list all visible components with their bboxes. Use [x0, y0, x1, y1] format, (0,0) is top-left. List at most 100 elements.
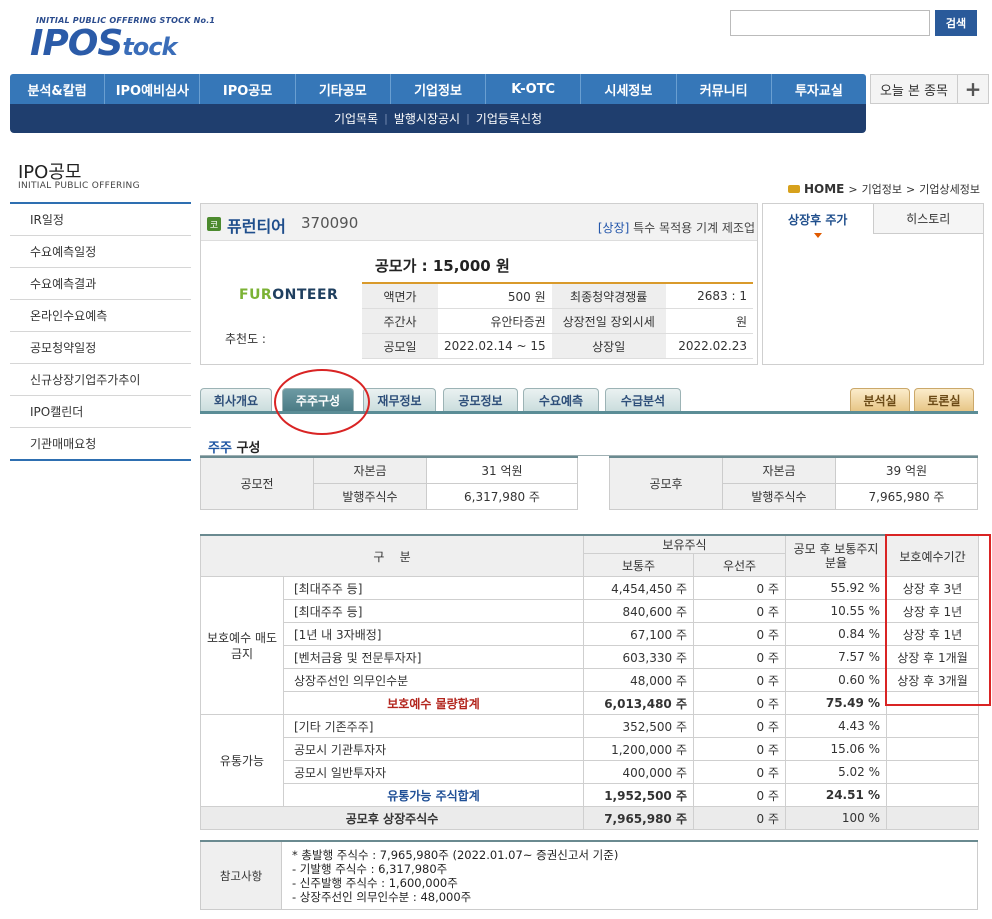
total-ratio: 100 % — [785, 806, 888, 830]
header-preferred: 우선주 — [692, 553, 787, 577]
subtotal-common: 6,013,480 주 — [583, 691, 694, 715]
tab-discussion-room[interactable]: 토론실 — [914, 388, 974, 412]
shares-label: 발행주식수 — [313, 483, 427, 510]
offer-date: 2022.02.14 ~ 15 — [438, 333, 552, 359]
row-preferred: 0 주 — [692, 599, 787, 623]
tab-company-overview[interactable]: 회사개요 — [200, 388, 272, 412]
row-label: [최대주주 등] — [283, 599, 584, 623]
capital-value: 39 억원 — [835, 456, 978, 484]
left-menu-new-listing-trend[interactable]: 신규상장기업주가추이 — [10, 364, 191, 396]
row-common: 400,000 주 — [583, 760, 694, 784]
note-line: - 기발행 주식수 : 6,317,980주 — [292, 861, 448, 876]
otc-price-label: 상장전일 장외시세 — [551, 308, 666, 334]
table-row: [1년 내 3자배정] 67,100 주 0 주 0.84 % 상장 후 1년 — [201, 622, 980, 646]
listing-status: [상장] — [597, 221, 630, 235]
row-label: [기타 기존주주] — [283, 714, 584, 738]
site-logo[interactable]: INITIAL PUBLIC OFFERING STOCK No.1 IPOSt… — [30, 16, 215, 64]
subtotal-tradable-label: 유통가능 주식합계 — [283, 783, 584, 807]
row-label: [벤처금융 및 전문투자자] — [283, 645, 584, 669]
row-lockup — [886, 737, 980, 761]
highlight-ellipse — [274, 369, 370, 435]
row-label: [1년 내 3자배정] — [283, 622, 584, 646]
underwriter-label: 주간사 — [362, 308, 438, 334]
nav-community[interactable]: 커뮤니티 — [677, 74, 772, 104]
listing-date-label: 상장일 — [551, 333, 666, 359]
subtotal-lockup — [886, 783, 980, 807]
header-holding: 보유주식 — [582, 534, 787, 554]
logo-main: IPOS — [30, 23, 123, 64]
subnav-issuance-disclosure[interactable]: 발행시장공시 — [388, 110, 466, 127]
left-menu-online-forecast[interactable]: 온라인수요예측 — [10, 300, 191, 332]
breadcrumb-home[interactable]: HOME — [804, 182, 844, 196]
company-header: 코 퓨런티어 370090 [상장] 특수 목적용 기계 제조업 — [201, 204, 757, 241]
row-common: 67,100 주 — [583, 622, 694, 646]
row-label: 공모시 일반투자자 — [283, 760, 584, 784]
table-row: [벤처금융 및 전문투자자] 603,330 주 0 주 7.57 % 상장 후… — [201, 645, 980, 669]
competition-ratio: 2683 : 1 — [665, 283, 753, 309]
row-common: 352,500 주 — [583, 714, 694, 738]
table-header-row: 구 분 보유주식 공모 후 보통주지분율 보호예수기간 — [200, 534, 980, 577]
nav-company-info[interactable]: 기업정보 — [391, 74, 487, 104]
subtotal-preferred: 0 주 — [692, 783, 787, 807]
table-row: 액면가 500 원 최종청약경쟁률 2683 : 1 — [362, 283, 753, 309]
nav-analysis[interactable]: 분석&칼럼 — [10, 74, 106, 104]
row-ratio: 10.55 % — [785, 599, 888, 623]
table-row: 공모전 자본금 31 억원 — [200, 456, 578, 510]
group-tradable: 유통가능 — [200, 714, 284, 807]
tab-supply-analysis[interactable]: 수급분석 — [605, 388, 681, 412]
company-code: 370090 — [301, 214, 359, 232]
subnav-company-list[interactable]: 기업목록 — [328, 110, 384, 127]
search-input[interactable] — [730, 10, 930, 36]
row-ratio: 15.06 % — [785, 737, 888, 761]
note-line: - 신주발행 주식수 : 1,600,000주 — [292, 875, 458, 890]
capital-before-group: 공모전 — [200, 456, 314, 510]
tab-demand-forecast[interactable]: 수요예측 — [523, 388, 599, 412]
nav-k-otc[interactable]: K-OTC — [486, 74, 582, 104]
company-info-table: 액면가 500 원 최종청약경쟁률 2683 : 1 주간사 유안타증권 상장전… — [362, 282, 753, 359]
left-menu-institution-request[interactable]: 기관매매요청 — [10, 428, 191, 461]
tab-history[interactable]: 히스토리 — [873, 204, 983, 234]
left-menu: IR일정 수요예측일정 수요예측결과 온라인수요예측 공모청약일정 신규상장기업… — [10, 202, 191, 461]
row-preferred: 0 주 — [692, 576, 787, 600]
row-ratio: 0.60 % — [785, 668, 888, 692]
breadcrumb-company-info[interactable]: 기업정보 — [862, 181, 902, 197]
nav-education[interactable]: 투자교실 — [772, 74, 866, 104]
subtotal-ratio: 24.51 % — [785, 783, 888, 807]
nav-ipo-offering[interactable]: IPO공모 — [200, 74, 296, 104]
left-menu-forecast-schedule[interactable]: 수요예측일정 — [10, 236, 191, 268]
nav-quotes[interactable]: 시세정보 — [581, 74, 677, 104]
offer-price: 공모가 : 15,000 원 — [375, 257, 510, 275]
row-preferred: 0 주 — [692, 737, 787, 761]
left-menu-subscription-schedule[interactable]: 공모청약일정 — [10, 332, 191, 364]
group-protected: 보호예수 매도금지 — [200, 576, 284, 715]
search-button[interactable]: 검색 — [935, 10, 977, 36]
row-common: 4,454,450 주 — [583, 576, 694, 600]
tab-offering-info[interactable]: 공모정보 — [443, 388, 518, 412]
left-menu-forecast-result[interactable]: 수요예측결과 — [10, 268, 191, 300]
subtotal-protected-label: 보호예수 물량합계 — [283, 691, 584, 715]
left-menu-ipo-calendar[interactable]: IPO캘린더 — [10, 396, 191, 428]
breadcrumb-company-detail: 기업상세정보 — [919, 183, 980, 196]
kosdaq-badge-icon: 코 — [207, 217, 221, 231]
row-common: 48,000 주 — [583, 668, 694, 692]
company-market: [상장] 특수 목적용 기계 제조업 — [598, 219, 755, 236]
tab-analysis-room[interactable]: 분석실 — [850, 388, 910, 412]
row-label: 공모시 기관투자자 — [283, 737, 584, 761]
table-row: 공모시 기관투자자 1,200,000 주 0 주 15.06 % — [201, 737, 980, 761]
nav-other-offering[interactable]: 기타공모 — [296, 74, 391, 104]
left-menu-ir-schedule[interactable]: IR일정 — [10, 204, 191, 236]
tab-post-listing-price[interactable]: 상장후 주가 — [763, 204, 874, 238]
capital-after-table: 공모후 자본금 39 억원 발행주식수 7,965,980 주 — [609, 456, 978, 510]
home-icon — [787, 185, 800, 193]
today-viewed-tab[interactable]: 오늘 본 종목 — [870, 74, 958, 104]
table-row: 공모후 자본금 39 억원 — [609, 456, 978, 510]
notes-body: * 총발행 주식수 : 7,965,980주 (2022.01.07~ 증권신고… — [281, 840, 978, 910]
nav-ipo-review[interactable]: IPO예비심사 — [105, 74, 201, 104]
header-common: 보통주 — [583, 553, 694, 577]
table-row: 상장주선인 의무인수분 48,000 주 0 주 0.60 % 상장 후 3개월 — [201, 668, 980, 692]
underwriter: 유안타증권 — [438, 308, 552, 334]
subnav-company-register[interactable]: 기업등록신청 — [470, 110, 548, 127]
capital-label: 자본금 — [313, 456, 427, 484]
tab-financials[interactable]: 재무정보 — [363, 388, 436, 412]
plus-icon[interactable]: + — [957, 74, 989, 104]
